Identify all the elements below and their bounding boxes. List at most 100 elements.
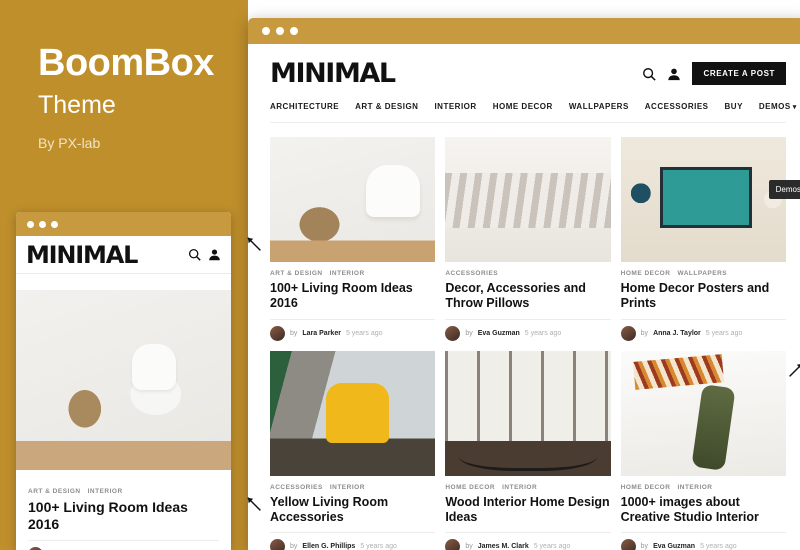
post-byline: by Eva Guzman 5 years ago <box>620 539 786 550</box>
titlebar-dot-1[interactable] <box>27 220 34 228</box>
post-grid: ART & DESIGN INTERIOR 100+ Living Room I… <box>248 123 800 550</box>
site-header-row: MINIMAL CREATE A POST <box>270 58 786 89</box>
search-icon[interactable] <box>642 67 657 81</box>
user-icon[interactable] <box>208 248 221 261</box>
byline-prefix: by <box>640 329 649 337</box>
byline-prefix: by <box>290 543 298 550</box>
post-title[interactable]: Yellow Living Room Accessories <box>270 495 436 533</box>
post-byline: by Ellen G. Phillips 5 years ago <box>270 539 435 550</box>
post-categories: ACCESSORIES INTERIOR <box>270 484 435 491</box>
nav-item-wallpapers[interactable]: WALLPAPERS <box>569 102 629 111</box>
post-card[interactable]: ACCESSORIES INTERIOR Yellow Living Room … <box>270 350 436 550</box>
post-thumbnail[interactable] <box>270 137 436 262</box>
mobile-mockup-window: MINIMAL ART & DESIGN INTERIOR 100+ Livin… <box>16 212 231 550</box>
post-title[interactable]: Wood Interior Home Design Ideas <box>445 495 611 533</box>
post-time: 5 years ago <box>524 329 562 337</box>
post-time: 5 years ago <box>705 329 743 337</box>
author-name[interactable]: Ellen G. Phillips <box>302 543 355 550</box>
category-tag[interactable]: ART & DESIGN <box>28 488 81 495</box>
post-thumbnail[interactable] <box>620 350 786 476</box>
category-tag[interactable]: HOME DECOR <box>621 270 671 277</box>
post-title[interactable]: Home Decor Posters and Prints <box>620 281 786 320</box>
category-tag[interactable]: HOME DECOR <box>621 484 671 491</box>
post-card[interactable]: ACCESSORIES Decor, Accessories and Throw… <box>445 137 611 341</box>
post-time: 5 years ago <box>345 329 383 337</box>
category-tag[interactable]: INTERIOR <box>677 484 712 491</box>
nav-item-accessories[interactable]: ACCESSORIES <box>645 102 709 111</box>
byline-prefix: by <box>290 329 298 337</box>
avatar <box>620 539 636 550</box>
category-tag[interactable]: INTERIOR <box>330 484 365 491</box>
arrow-top-left-icon <box>246 236 264 254</box>
site-logo[interactable]: MINIMAL <box>270 58 396 89</box>
nav-item-demos[interactable]: DEMOS ▾ <box>759 102 797 111</box>
mobile-site-header: MINIMAL <box>16 236 231 274</box>
byline-prefix: by <box>465 543 473 550</box>
user-icon[interactable] <box>667 67 681 81</box>
mobile-post-meta: ART & DESIGN INTERIOR 100+ Living Room I… <box>16 470 231 550</box>
nav-item-demos-label: DEMOS <box>758 102 791 111</box>
author-name[interactable]: Anna J. Taylor <box>653 330 701 337</box>
post-card[interactable]: HOME DECOR WALLPAPERS Home Decor Posters… <box>620 137 786 341</box>
post-title[interactable]: Decor, Accessories and Throw Pillows <box>445 281 611 320</box>
search-icon[interactable] <box>188 248 201 261</box>
mobile-site-logo[interactable]: MINIMAL <box>26 241 138 269</box>
category-tag[interactable]: ACCESSORIES <box>270 484 323 491</box>
avatar <box>445 325 461 341</box>
nav-item-buy[interactable]: BUY <box>725 102 743 111</box>
author-name[interactable]: James M. Clark <box>478 543 529 550</box>
nav-item-architecture[interactable]: ARCHITECTURE <box>270 102 339 111</box>
avatar <box>270 325 285 341</box>
category-tag[interactable]: INTERIOR <box>502 484 537 491</box>
post-thumbnail[interactable] <box>445 350 611 476</box>
post-thumbnail[interactable] <box>270 350 436 476</box>
post-card[interactable]: HOME DECOR INTERIOR 1000+ images about C… <box>620 350 786 550</box>
titlebar-dot-1[interactable] <box>262 27 270 35</box>
avatar <box>620 325 636 341</box>
post-card[interactable]: ART & DESIGN INTERIOR 100+ Living Room I… <box>270 137 436 341</box>
post-title[interactable]: 1000+ images about Creative Studio Inter… <box>620 495 786 533</box>
category-tag[interactable]: INTERIOR <box>88 488 123 495</box>
promo-title: BoomBox <box>38 42 214 84</box>
mobile-header-tools <box>188 248 221 261</box>
category-tag[interactable]: INTERIOR <box>330 270 365 277</box>
titlebar-dot-3[interactable] <box>290 27 298 35</box>
create-post-button[interactable]: CREATE A POST <box>692 62 786 85</box>
post-thumbnail[interactable] <box>445 137 611 262</box>
category-tag[interactable]: HOME DECOR <box>445 484 495 491</box>
screenshot-stage: BoomBox Theme By PX-lab MINIMAL ART & DE… <box>0 0 800 550</box>
post-title[interactable]: 100+ Living Room Ideas 2016 <box>270 281 436 320</box>
demos-tooltip: Demos <box>768 180 800 199</box>
byline-prefix: by <box>640 543 649 550</box>
mobile-post-title[interactable]: 100+ Living Room Ideas 2016 <box>28 499 219 542</box>
author-name[interactable]: Eva Guzman <box>653 543 695 550</box>
site-header: MINIMAL CREATE A POST ARCHITECTURE ART &… <box>248 44 800 123</box>
post-categories: HOME DECOR INTERIOR <box>445 484 610 491</box>
category-tag[interactable]: ACCESSORIES <box>445 270 498 277</box>
titlebar-dot-2[interactable] <box>276 27 284 35</box>
mobile-header-spacer <box>16 274 231 290</box>
titlebar-dot-2[interactable] <box>39 220 46 228</box>
titlebar-dot-3[interactable] <box>51 220 58 228</box>
mobile-titlebar <box>16 212 231 236</box>
category-tag[interactable]: ART & DESIGN <box>270 270 323 277</box>
post-byline: by Eva Guzman 5 years ago <box>445 325 610 341</box>
byline-prefix: by <box>465 329 473 337</box>
nav-item-home-decor[interactable]: HOME DECOR <box>493 102 553 111</box>
author-name[interactable]: Lara Parker <box>302 330 341 337</box>
promo-brand-block: BoomBox Theme By PX-lab <box>38 42 248 151</box>
mobile-post-image[interactable] <box>16 290 231 470</box>
nav-item-art-and-design[interactable]: ART & DESIGN <box>355 102 418 111</box>
author-name[interactable]: Eva Guzman <box>478 330 520 337</box>
nav-item-interior[interactable]: INTERIOR <box>434 102 476 111</box>
chevron-down-icon: ▾ <box>792 104 797 111</box>
browser-titlebar <box>248 18 800 44</box>
avatar <box>445 539 461 550</box>
browser-window: MINIMAL CREATE A POST ARCHITECTURE ART &… <box>248 18 800 550</box>
category-tag[interactable]: WALLPAPERS <box>677 270 727 277</box>
post-byline: by Anna J. Taylor 5 years ago <box>620 325 786 341</box>
post-card[interactable]: HOME DECOR INTERIOR Wood Interior Home D… <box>445 350 611 550</box>
post-time: 5 years ago <box>533 543 571 550</box>
post-thumbnail[interactable] <box>620 137 786 262</box>
site-header-tools: CREATE A POST <box>642 62 786 85</box>
